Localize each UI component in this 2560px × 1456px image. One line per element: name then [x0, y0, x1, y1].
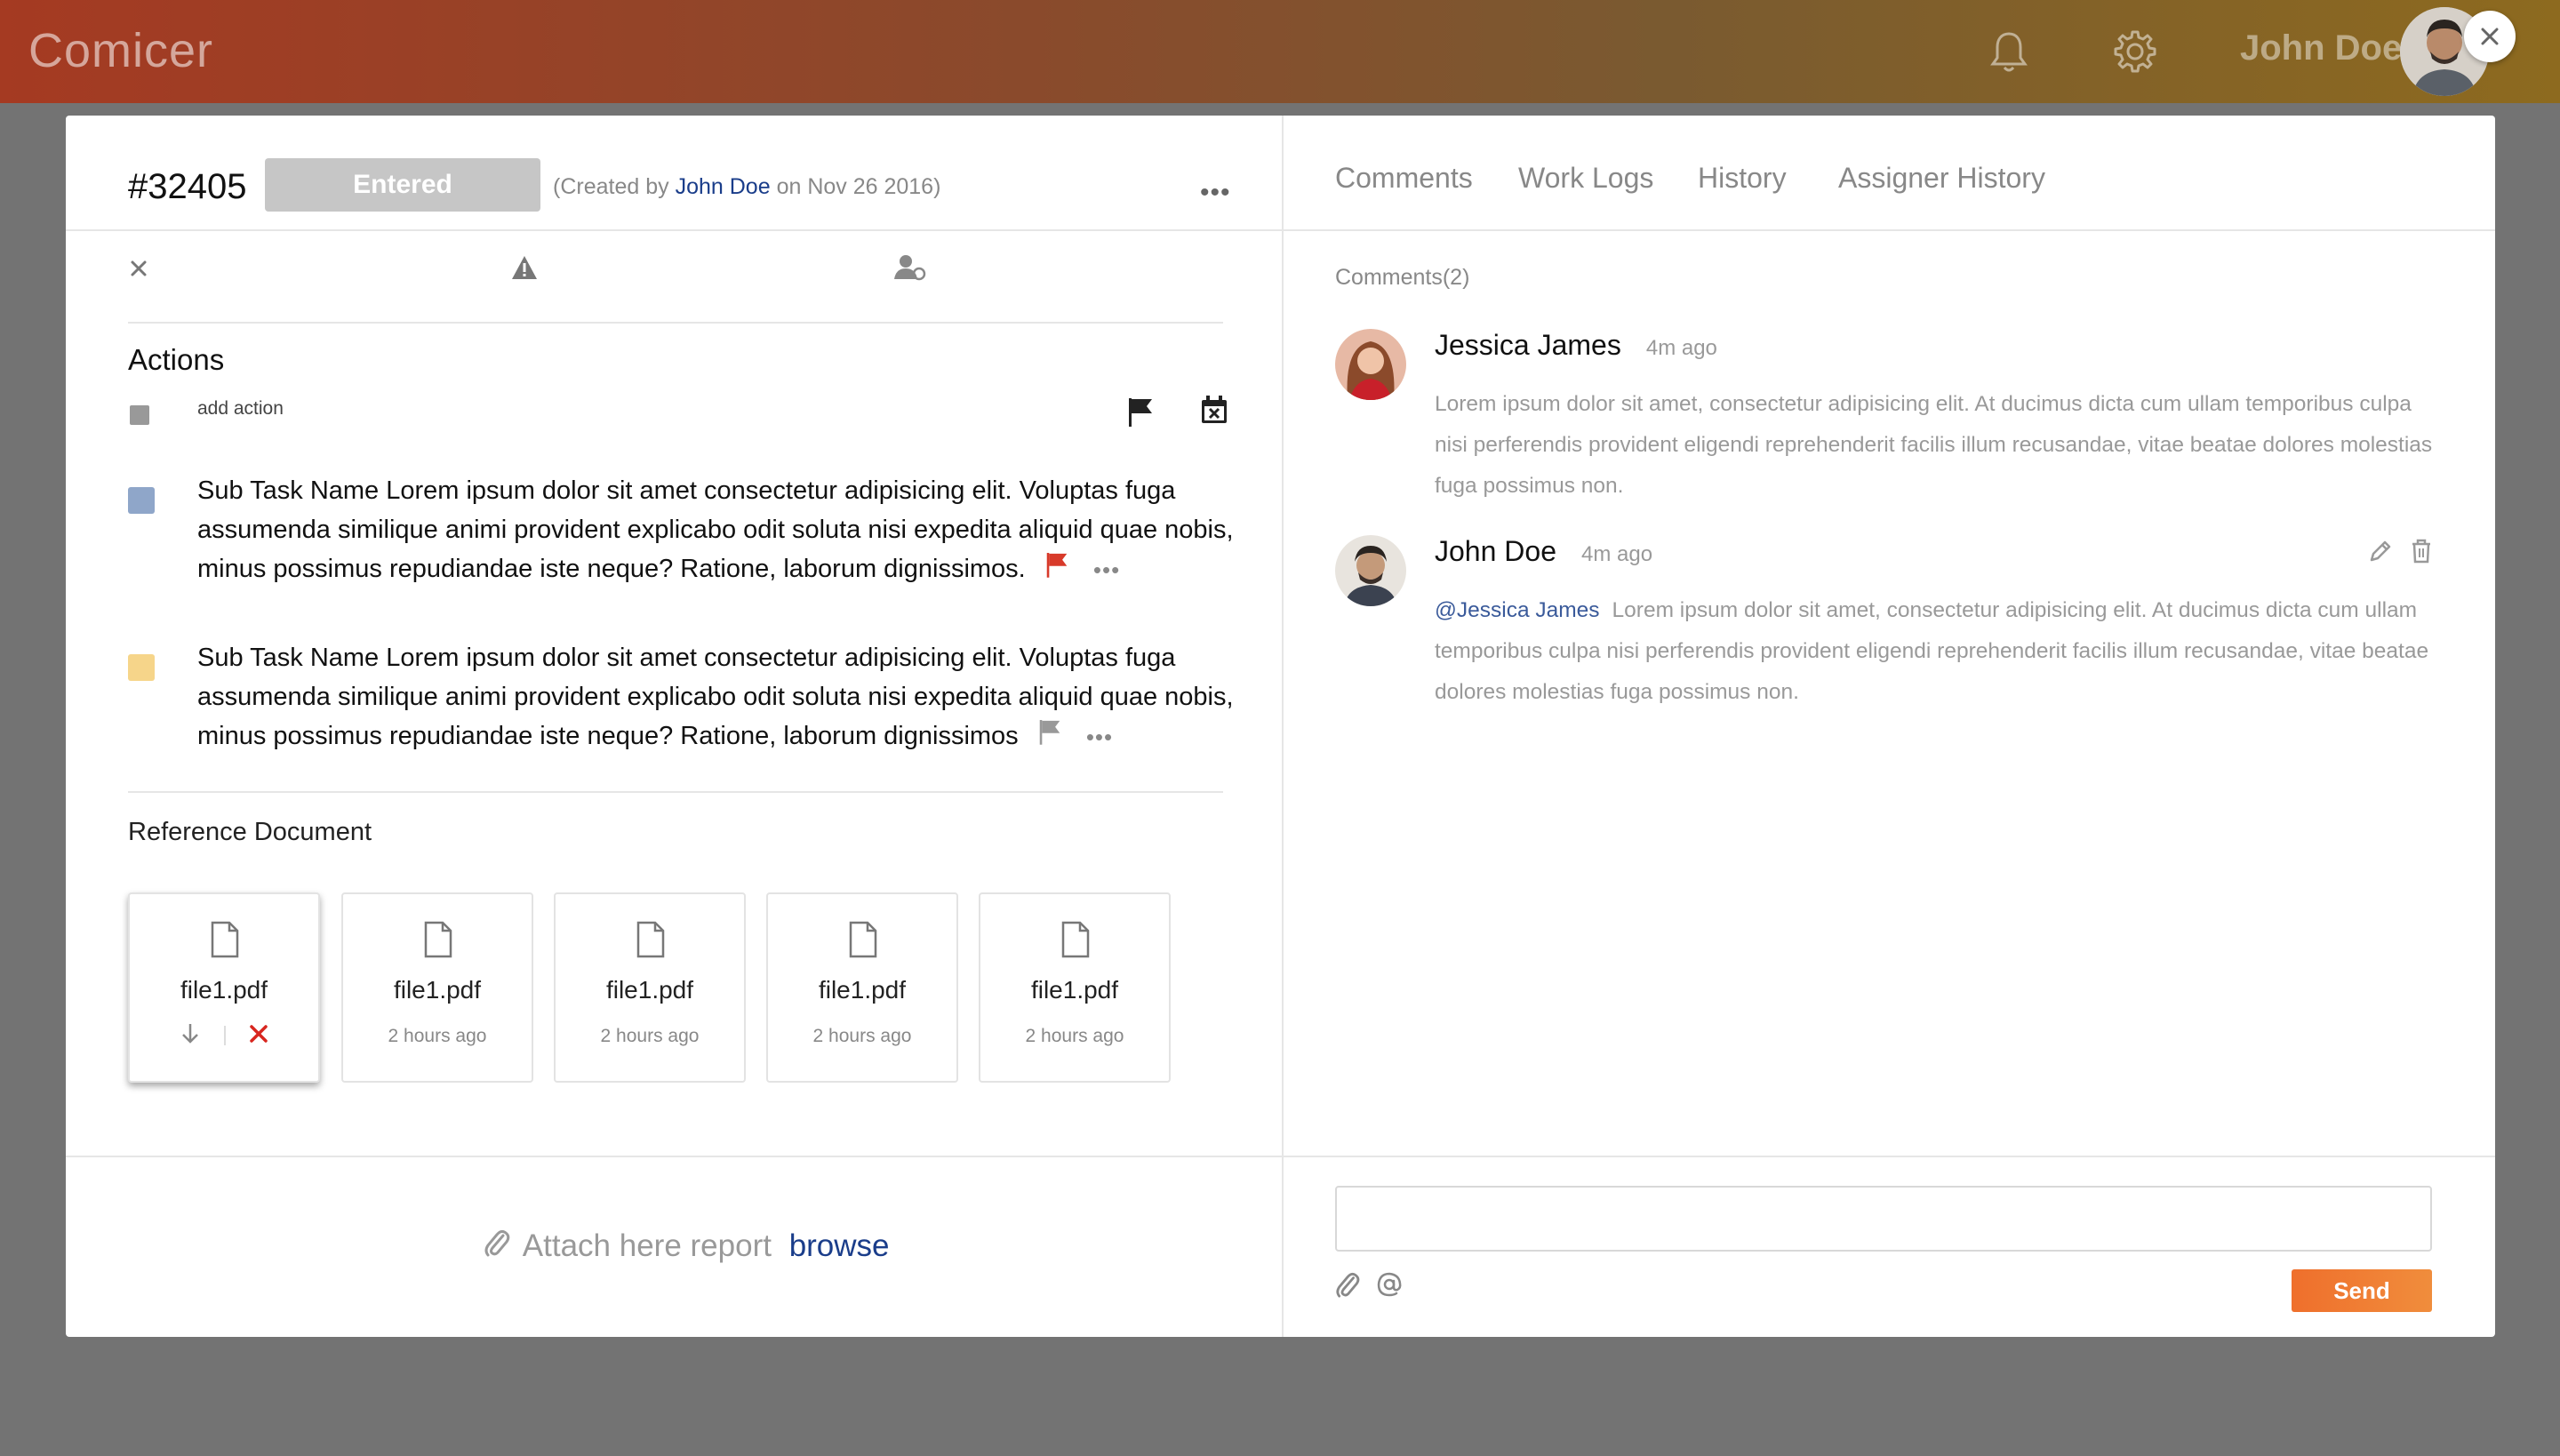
comment-input[interactable]: [1335, 1186, 2432, 1252]
paperclip-icon: [484, 1228, 510, 1267]
file-icon: [1060, 921, 1091, 963]
send-button[interactable]: Send: [2292, 1269, 2432, 1312]
file-time: 2 hours ago: [812, 1026, 912, 1046]
delete-file-icon[interactable]: [249, 1024, 268, 1048]
comment-time: 4m ago: [1645, 336, 1717, 360]
attach-file-icon[interactable]: [1335, 1271, 1360, 1304]
reference-document-title: Reference Document: [128, 818, 372, 846]
file-name: file1.pdf: [180, 976, 268, 1004]
file-time: 2 hours ago: [388, 1026, 487, 1046]
assign-user-icon[interactable]: [894, 254, 926, 285]
ticket-more-menu-button[interactable]: •••: [1200, 178, 1231, 208]
created-info: (Created by John Doe on Nov 26 2016): [553, 174, 940, 200]
bell-icon[interactable]: [1984, 27, 2034, 76]
close-task-icon[interactable]: [128, 258, 149, 284]
list-item[interactable]: Sub Task Name Lorem ipsum dolor sit amet…: [197, 638, 1246, 756]
ticket-id: #32405: [128, 167, 247, 206]
edit-comment-icon[interactable]: [2368, 539, 2393, 568]
comment-author: John Doe 4m ago: [1435, 535, 1652, 568]
file-name: file1.pdf: [1030, 976, 1119, 1004]
comment-author: Jessica James 4m ago: [1435, 329, 1717, 362]
comment-author-name[interactable]: Jessica James: [1435, 329, 1621, 361]
header-divider-left: [66, 229, 1282, 231]
file-actions: [130, 1019, 318, 1054]
comments-count: Comments(2): [1335, 265, 1470, 290]
close-icon: [2481, 28, 2499, 45]
avatar[interactable]: [1335, 535, 1406, 606]
add-action-link[interactable]: add action: [197, 398, 284, 420]
file-icon: [210, 921, 240, 963]
created-prefix: (Created by: [553, 174, 669, 199]
comment-time: 4m ago: [1580, 542, 1653, 566]
toolbar-divider: [128, 322, 1223, 324]
status-badge[interactable]: Entered: [265, 158, 540, 212]
browse-link[interactable]: browse: [789, 1228, 890, 1263]
task-text: Sub Task Name Lorem ipsum dolor sit amet…: [197, 644, 1234, 750]
file-card[interactable]: file1.pdf: [128, 892, 320, 1083]
attach-report-area[interactable]: Attach here report browse: [484, 1228, 890, 1267]
comment-text: Lorem ipsum dolor sit amet, consectetur …: [1435, 392, 2433, 498]
comment-body: Lorem ipsum dolor sit amet, consectetur …: [1435, 384, 2439, 507]
file-name: file1.pdf: [818, 976, 907, 1004]
mention-icon[interactable]: [1376, 1271, 1403, 1302]
created-suffix: on Nov 26 2016): [776, 174, 941, 199]
task-more-button[interactable]: •••: [1086, 717, 1113, 756]
ticket-modal: #32405 Entered (Created by John Doe on N…: [66, 116, 2495, 1337]
attach-label: Attach here report: [522, 1228, 772, 1263]
file-card[interactable]: file1.pdf 2 hours ago: [341, 892, 533, 1083]
column-divider: [1282, 116, 1284, 1337]
calendar-remove-icon[interactable]: [1200, 395, 1228, 429]
action-separator: [224, 1026, 226, 1045]
comment-author-name[interactable]: John Doe: [1435, 535, 1556, 567]
task-text: Sub Task Name Lorem ipsum dolor sit amet…: [197, 476, 1234, 583]
actions-divider: [128, 791, 1223, 793]
warning-icon[interactable]: [510, 254, 539, 285]
tab-history[interactable]: History: [1698, 162, 1787, 195]
download-icon[interactable]: [180, 1022, 201, 1050]
tab-assigner-history[interactable]: Assigner History: [1838, 162, 2045, 195]
tab-comments[interactable]: Comments: [1335, 162, 1473, 195]
file-name: file1.pdf: [605, 976, 694, 1004]
footer-divider: [66, 1156, 2495, 1157]
comment-body: @Jessica James Lorem ipsum dolor sit amet…: [1435, 590, 2439, 713]
close-modal-button[interactable]: [2464, 11, 2516, 62]
file-icon: [636, 921, 666, 963]
app-logo[interactable]: Comicer: [28, 23, 213, 78]
top-bar: Comicer John Doe: [0, 0, 2560, 103]
file-time: 2 hours ago: [600, 1026, 700, 1046]
header-divider-right: [1284, 229, 2495, 231]
task-more-button[interactable]: •••: [1093, 550, 1120, 589]
tab-work-logs[interactable]: Work Logs: [1518, 162, 1653, 195]
flag-icon[interactable]: [1038, 717, 1061, 756]
file-name: file1.pdf: [393, 976, 482, 1004]
file-card[interactable]: file1.pdf 2 hours ago: [554, 892, 746, 1083]
task-status-box[interactable]: [128, 654, 155, 681]
file-time: 2 hours ago: [1025, 1026, 1124, 1046]
file-icon: [848, 921, 878, 963]
gear-icon[interactable]: [2110, 27, 2160, 76]
list-item[interactable]: Sub Task Name Lorem ipsum dolor sit amet…: [197, 471, 1246, 589]
avatar[interactable]: [1335, 329, 1406, 400]
created-author-link[interactable]: John Doe: [676, 174, 771, 199]
actions-title: Actions: [128, 343, 225, 376]
file-card[interactable]: file1.pdf 2 hours ago: [766, 892, 958, 1083]
file-icon: [423, 921, 453, 963]
current-user-name[interactable]: John Doe: [2240, 28, 2402, 68]
comment-mention[interactable]: @Jessica James: [1435, 598, 1600, 622]
file-card[interactable]: file1.pdf 2 hours ago: [979, 892, 1171, 1083]
task-status-box[interactable]: [128, 487, 155, 514]
delete-comment-icon[interactable]: [2411, 539, 2432, 568]
add-action-checkbox[interactable]: [130, 405, 149, 425]
flag-icon[interactable]: [1045, 550, 1068, 589]
flag-icon[interactable]: [1127, 396, 1154, 431]
